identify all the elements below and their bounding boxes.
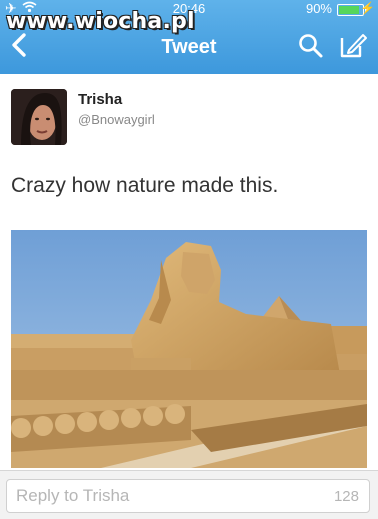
reply-input[interactable]: Reply to Trisha 128 [6, 479, 370, 513]
charging-icon: ⚡ [360, 1, 375, 15]
author-handle[interactable]: @Bnowaygirl [78, 112, 155, 127]
sphinx-photo [11, 230, 367, 468]
battery-percent: 90% [305, 1, 332, 16]
tweet-text: Crazy how nature made this. [11, 174, 279, 197]
compose-icon[interactable] [338, 30, 368, 60]
reply-bar: Reply to Trisha 128 [0, 470, 378, 519]
reply-placeholder: Reply to Trisha [16, 486, 130, 505]
avatar[interactable] [11, 89, 67, 145]
tweet-card: Trisha @Bnowaygirl Crazy how nature made… [0, 74, 378, 470]
author-name[interactable]: Trisha [78, 91, 122, 108]
char-counter: 128 [333, 488, 359, 505]
watermark: www.wiocha.pl [6, 9, 195, 34]
avatar-photo [11, 89, 67, 145]
search-icon[interactable] [297, 32, 325, 60]
top-bar: ✈ 20:46 90% ⚡ Tweet www.wiocha.pl [0, 0, 378, 74]
tweet-photo[interactable] [11, 230, 367, 468]
